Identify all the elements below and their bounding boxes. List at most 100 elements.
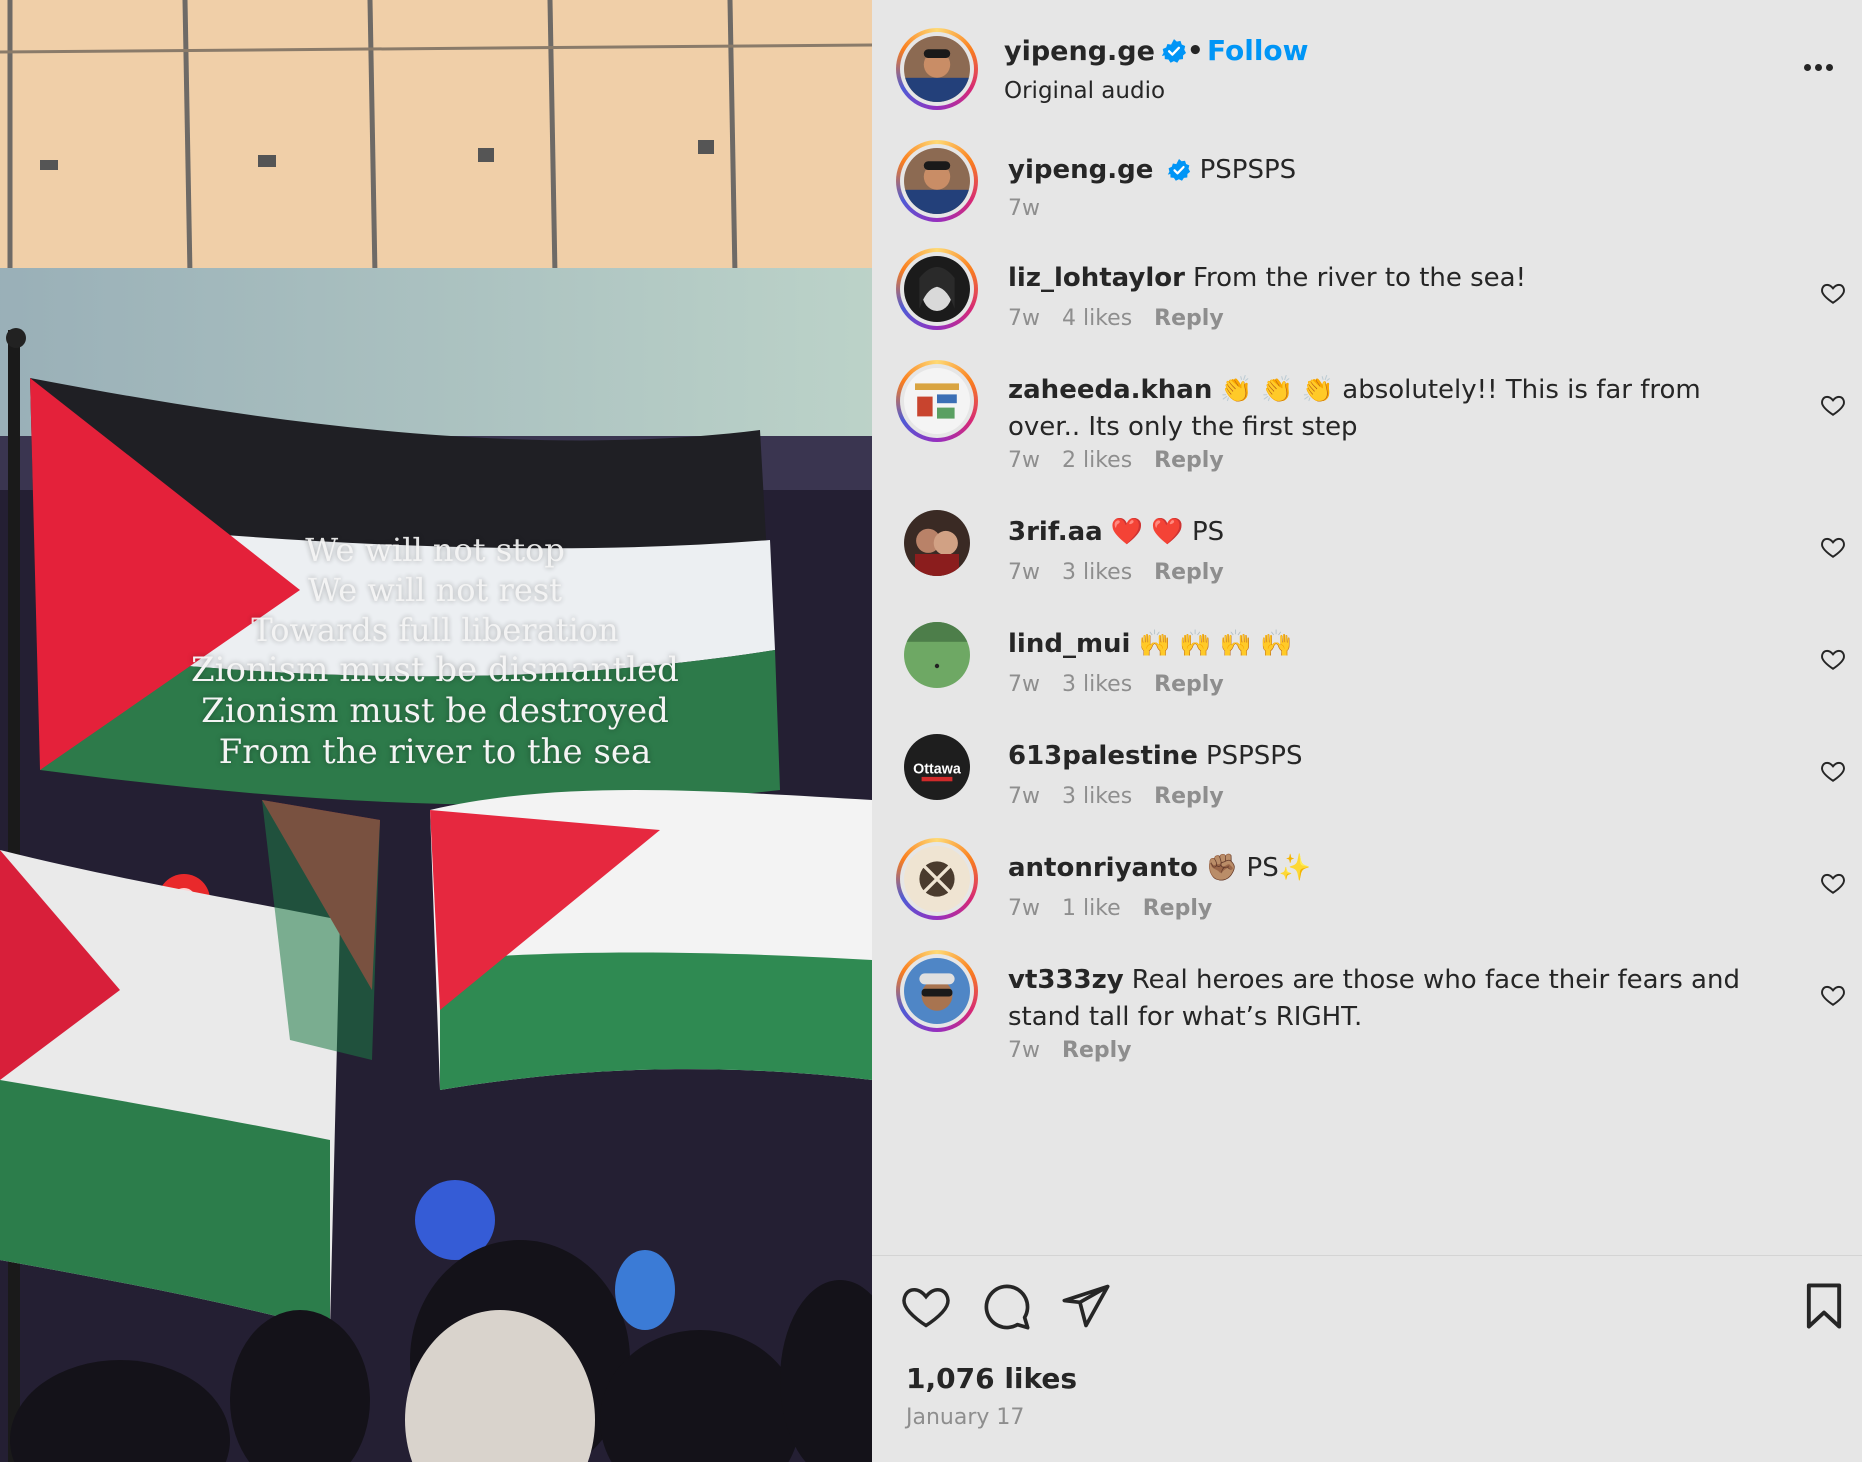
comment-meta: 7w	[1008, 196, 1062, 221]
comment-like-heart-icon[interactable]	[1820, 982, 1846, 1008]
comment-likes[interactable]: 3 likes	[1062, 560, 1132, 585]
comment-username[interactable]: yipeng.ge	[1008, 155, 1153, 185]
video-caption-overlay: We will not stop We will not rest Toward…	[140, 530, 730, 773]
avatar-photo	[904, 36, 970, 102]
comment-text: ❤️ ❤️ PS	[1110, 517, 1225, 547]
comment-avatar[interactable]	[896, 950, 978, 1032]
author-username[interactable]: yipeng.ge	[1004, 36, 1187, 67]
likes-count[interactable]: 1,076 likes	[906, 1362, 1077, 1395]
avatar-photo	[904, 846, 970, 912]
comment-avatar[interactable]	[896, 248, 978, 330]
comment-body: zaheeda.khan 👏 👏 👏 absolutely!! This is f…	[1008, 372, 1778, 446]
comment-avatar[interactable]	[904, 510, 970, 576]
overlay-line: We will not stop	[305, 531, 565, 569]
comment-like-heart-icon[interactable]	[1820, 392, 1846, 418]
comment-text: PSPSPS	[1205, 741, 1303, 771]
svg-text:Ottawa: Ottawa	[913, 762, 962, 778]
comment-time: 7w	[1008, 306, 1040, 331]
comment-likes[interactable]: 2 likes	[1062, 448, 1132, 473]
comment-username[interactable]: liz_lohtaylor	[1008, 263, 1185, 293]
comment-username[interactable]: zaheeda.khan	[1008, 375, 1212, 405]
comment-time: 7w	[1008, 196, 1040, 221]
comment-body: yipeng.ge PSPSPS	[1008, 152, 1778, 189]
reply-button[interactable]: Reply	[1154, 672, 1224, 697]
comment-username[interactable]: lind_mui	[1008, 629, 1130, 659]
reply-button[interactable]: Reply	[1062, 1038, 1132, 1063]
comment-username[interactable]: 613palestine	[1008, 741, 1198, 771]
comment-meta: 7w 1 like Reply	[1008, 896, 1234, 921]
comment-like-heart-icon[interactable]	[1820, 758, 1846, 784]
comment-time: 7w	[1008, 896, 1040, 921]
comment-avatar[interactable]	[896, 360, 978, 442]
comment-username[interactable]: antonriyanto	[1008, 853, 1198, 883]
comment-like-heart-icon[interactable]	[1820, 646, 1846, 672]
reply-button[interactable]: Reply	[1154, 784, 1224, 809]
comment-body: antonriyanto ✊🏽 PS✨	[1008, 850, 1778, 887]
comment-body: 613palestine PSPSPS	[1008, 738, 1778, 775]
more-options-icon[interactable]	[1804, 56, 1844, 76]
overlay-line: Zionism must be destroyed	[201, 691, 669, 731]
avatar-photo	[904, 256, 970, 322]
comment-likes[interactable]: 1 like	[1062, 896, 1121, 921]
save-bookmark-icon[interactable]	[1798, 1280, 1850, 1332]
comments-list[interactable]: yipeng.ge PSPSPS 7w liz_lohtaylor From the …	[872, 140, 1862, 1250]
comment-likes[interactable]: 3 likes	[1062, 672, 1132, 697]
comment-text: PSPSPS	[1199, 155, 1297, 185]
comment-text: 🙌 🙌 🙌 🙌	[1138, 629, 1293, 659]
comment-likes[interactable]: 4 likes	[1062, 306, 1132, 331]
avatar-photo	[904, 368, 970, 434]
comment-text: From the river to the sea!	[1192, 263, 1527, 293]
like-heart-icon[interactable]	[900, 1280, 952, 1332]
comment-body: 3rif.aa ❤️ ❤️ PS	[1008, 514, 1778, 551]
overlay-line: Towards full liberation	[251, 611, 619, 649]
follow-button[interactable]: Follow	[1207, 34, 1309, 67]
comment-meta: 7w Reply	[1008, 1038, 1154, 1063]
comment-time: 7w	[1008, 560, 1040, 585]
overlay-line: From the river to the sea	[218, 732, 652, 772]
comment-meta: 7w 2 likes Reply	[1008, 448, 1246, 473]
original-audio-link[interactable]: Original audio	[1004, 78, 1165, 104]
avatar-photo	[904, 958, 970, 1024]
comment-avatar[interactable]	[904, 622, 970, 688]
reply-button[interactable]: Reply	[1143, 896, 1213, 921]
comment-avatar[interactable]	[896, 838, 978, 920]
post-side-panel: yipeng.ge • Follow Original audio yipeng…	[872, 0, 1862, 1462]
comment-avatar[interactable]: Ottawa	[904, 734, 970, 800]
comment-time: 7w	[1008, 1038, 1040, 1063]
comment-likes[interactable]: 3 likes	[1062, 784, 1132, 809]
comment-like-heart-icon[interactable]	[1820, 280, 1846, 306]
comment-time: 7w	[1008, 672, 1040, 697]
post-header: yipeng.ge • Follow Original audio	[872, 0, 1862, 140]
comment-body: vt333zy Real heroes are those who face th…	[1008, 962, 1778, 1036]
reel-video[interactable]: We will not stop We will not rest Toward…	[0, 0, 872, 1462]
verified-badge-icon	[1168, 159, 1191, 181]
comment-body: lind_mui 🙌 🙌 🙌 🙌	[1008, 626, 1778, 663]
comment-meta: 7w 4 likes Reply	[1008, 306, 1246, 331]
author-avatar[interactable]	[896, 28, 978, 110]
comment-time: 7w	[1008, 448, 1040, 473]
comment-username[interactable]: vt333zy	[1008, 965, 1124, 995]
separator-dot: •	[1187, 36, 1204, 66]
comment-bubble-icon[interactable]	[980, 1280, 1032, 1332]
comment-like-heart-icon[interactable]	[1820, 534, 1846, 560]
post-date: January 17	[906, 1405, 1025, 1430]
overlay-line: We will not rest	[307, 571, 563, 609]
share-send-icon[interactable]	[1060, 1280, 1112, 1332]
verified-badge-icon	[1161, 39, 1186, 63]
comment-meta: 7w 3 likes Reply	[1008, 784, 1246, 809]
comment-meta: 7w 3 likes Reply	[1008, 672, 1246, 697]
comment-meta: 7w 3 likes Reply	[1008, 560, 1246, 585]
reply-button[interactable]: Reply	[1154, 306, 1224, 331]
action-bar	[872, 1270, 1862, 1350]
comment-avatar[interactable]	[896, 140, 978, 222]
reply-button[interactable]: Reply	[1154, 448, 1224, 473]
comment-like-heart-icon[interactable]	[1820, 870, 1846, 896]
divider	[872, 1255, 1862, 1256]
comment-body: liz_lohtaylor From the river to the sea!	[1008, 260, 1778, 297]
comment-text: ✊🏽 PS✨	[1205, 853, 1312, 883]
comment-username[interactable]: 3rif.aa	[1008, 517, 1103, 547]
avatar-photo	[904, 148, 970, 214]
overlay-line: Zionism must be dismantled	[191, 650, 679, 690]
comment-time: 7w	[1008, 784, 1040, 809]
reply-button[interactable]: Reply	[1154, 560, 1224, 585]
